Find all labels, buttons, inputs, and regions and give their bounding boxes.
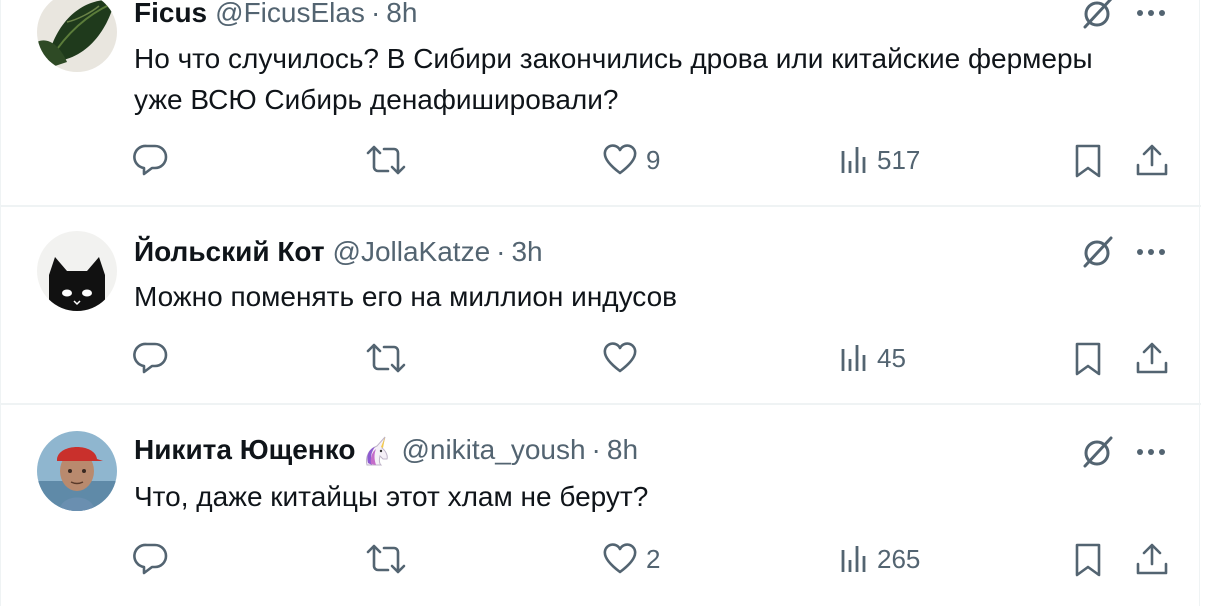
like-button[interactable]: 2: [602, 542, 660, 576]
reply-button[interactable]: [133, 341, 169, 375]
grok-button[interactable]: [1078, 232, 1118, 272]
like-button[interactable]: 9: [602, 143, 660, 177]
bookmark-button[interactable]: [1072, 341, 1104, 377]
like-count: 9: [646, 144, 661, 175]
share-button[interactable]: [1134, 143, 1170, 179]
more-dots-icon: [1137, 10, 1165, 16]
bookmark-icon: [1075, 543, 1101, 577]
separator-dot: ·: [591, 434, 601, 465]
more-button[interactable]: [1131, 0, 1171, 33]
author-handle[interactable]: @nikita_yoush: [401, 433, 585, 467]
tweet[interactable]: Йольский Кот @JollaKatze · 3h Можно поме…: [1, 207, 1201, 405]
views-button[interactable]: 517: [839, 143, 920, 177]
reply-icon: [133, 543, 168, 575]
black-cat-icon: [37, 231, 117, 311]
views-button[interactable]: 265: [839, 542, 920, 576]
share-button[interactable]: [1134, 341, 1170, 377]
author-name[interactable]: Никита Ющенко: [134, 433, 355, 467]
like-button[interactable]: [602, 341, 646, 375]
author-name[interactable]: Йольский Кот: [134, 235, 325, 269]
reply-button[interactable]: [133, 542, 169, 576]
repost-button[interactable]: [366, 143, 406, 177]
share-icon: [1136, 144, 1168, 176]
grok-icon: [1083, 436, 1113, 468]
views-button[interactable]: 45: [839, 341, 906, 375]
heart-icon: [603, 543, 637, 574]
bookmark-icon: [1075, 342, 1101, 376]
repost-button[interactable]: [366, 341, 406, 375]
view-count: 517: [877, 144, 921, 175]
repost-icon: [366, 544, 406, 574]
separator-dot: ·: [496, 236, 506, 267]
timestamp[interactable]: 8h: [607, 433, 638, 467]
bookmark-button[interactable]: [1072, 143, 1104, 179]
heart-icon: [603, 342, 637, 373]
views-chart-icon: [841, 147, 866, 173]
avatar[interactable]: [37, 0, 117, 72]
share-button[interactable]: [1134, 542, 1170, 578]
repost-icon: [366, 145, 406, 175]
tweet[interactable]: Ficus @FicusElas · 8h Но что случилось? …: [1, 0, 1201, 207]
tweet-text: Но что случилось? В Сибири закончились д…: [134, 43, 1093, 115]
more-dots-icon: [1137, 249, 1165, 255]
unicorn-emoji-icon: [366, 436, 389, 466]
grok-icon: [1083, 236, 1113, 268]
reply-button[interactable]: [133, 143, 169, 177]
timestamp[interactable]: 3h: [511, 235, 542, 269]
grok-button[interactable]: [1078, 0, 1118, 33]
share-icon: [1136, 543, 1168, 575]
man-in-red-cap-icon: [37, 431, 117, 511]
reply-icon: [133, 342, 168, 374]
more-dots-icon: [1137, 449, 1165, 455]
reply-feed: Ficus @FicusElas · 8h Но что случилось? …: [0, 0, 1201, 606]
repost-button[interactable]: [366, 542, 406, 576]
author-handle[interactable]: @FicusElas: [215, 0, 365, 30]
more-button[interactable]: [1131, 232, 1171, 272]
reply-icon: [133, 144, 168, 176]
tweet-text: Что, даже китайцы этот хлам не берут?: [134, 481, 649, 512]
tweet-text: Можно поменять его на миллион индусов: [134, 281, 678, 312]
views-chart-icon: [841, 546, 866, 572]
avatar[interactable]: [37, 231, 117, 311]
repost-icon: [366, 343, 406, 373]
tweet[interactable]: Никита Ющенко @nikita_yoush · 8h Что, да…: [1, 405, 1201, 606]
author-handle[interactable]: @JollaKatze: [333, 235, 491, 269]
view-count: 265: [877, 543, 921, 574]
view-count: 45: [877, 342, 906, 373]
heart-icon: [603, 144, 637, 175]
grok-button[interactable]: [1078, 432, 1118, 472]
separator-dot: ·: [370, 0, 381, 28]
views-chart-icon: [841, 345, 866, 371]
bookmark-button[interactable]: [1072, 542, 1104, 578]
author-name[interactable]: Ficus: [134, 0, 207, 30]
avatar[interactable]: [37, 431, 117, 511]
plant-leaf-icon: [37, 0, 117, 72]
timestamp[interactable]: 8h: [386, 0, 417, 30]
bookmark-icon: [1075, 144, 1101, 178]
grok-icon: [1083, 0, 1113, 29]
like-count: 2: [646, 543, 661, 574]
more-button[interactable]: [1131, 432, 1171, 472]
share-icon: [1136, 342, 1168, 374]
